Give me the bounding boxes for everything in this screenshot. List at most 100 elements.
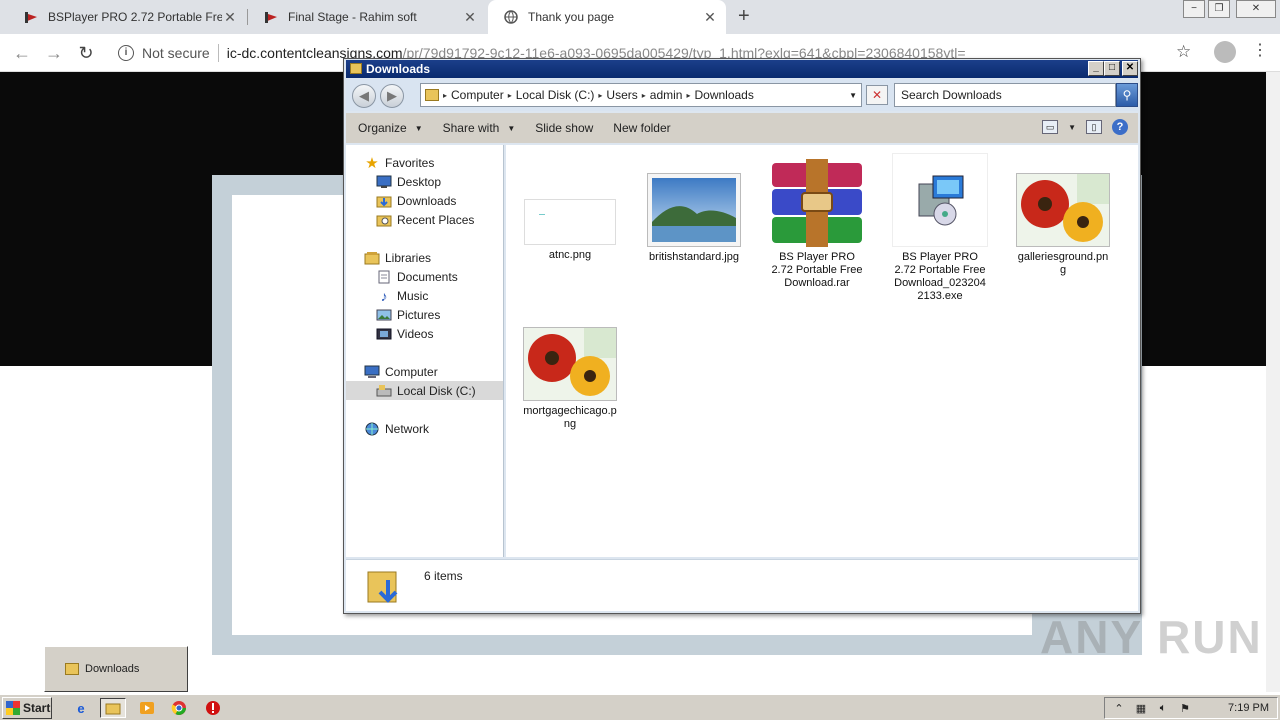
nav-libraries[interactable]: Libraries — [364, 248, 431, 267]
file-item[interactable]: BS Player PRO 2.72 Portable Free Downloa… — [767, 159, 867, 290]
window-title: Downloads — [366, 62, 431, 76]
address-row: ◀ ▶ ▸ Computer ▸ Local Disk (C:) ▸ Users… — [346, 79, 1138, 111]
browser-tab-2[interactable]: Final Stage - Rahim soft ✕ — [248, 0, 486, 34]
chevron-right-icon[interactable]: ▸ — [443, 91, 447, 100]
browser-tab-3[interactable]: Thank you page ✕ — [488, 0, 726, 34]
file-item[interactable]: galleriesground.png — [1013, 173, 1113, 277]
search-input[interactable]: Search Downloads — [894, 83, 1116, 107]
network-icon — [364, 422, 380, 436]
explorer-titlebar[interactable]: Downloads _ □ ✕ — [346, 60, 1138, 78]
tab-close-icon[interactable]: ✕ — [702, 9, 718, 26]
back-button[interactable]: ◀ — [352, 84, 376, 108]
file-name: britishstandard.jpg — [649, 251, 739, 263]
watermark: ANY RUN — [1040, 611, 1263, 663]
slide-show-button[interactable]: Slide show — [535, 121, 593, 135]
menu-dots-icon[interactable]: ⋮ — [1252, 40, 1268, 60]
minimize-button[interactable]: _ — [1088, 61, 1104, 76]
file-item[interactable]: BS Player PRO 2.72 Portable Free Downloa… — [890, 153, 990, 303]
minimize-button[interactable]: − — [1183, 0, 1205, 18]
new-folder-button[interactable]: New folder — [613, 121, 670, 135]
bookmark-star-icon[interactable]: ☆ — [1176, 42, 1191, 62]
forward-button[interactable]: ▶ — [380, 84, 404, 108]
nav-network[interactable]: Network — [364, 419, 429, 438]
status-bar: 6 items — [346, 559, 1138, 611]
nav-videos[interactable]: Videos — [376, 324, 433, 343]
divider — [217, 44, 219, 62]
tab-close-icon[interactable]: ✕ — [462, 9, 478, 26]
chevron-down-icon[interactable]: ▼ — [849, 91, 857, 100]
chevron-down-icon: ▼ — [414, 123, 423, 133]
chevron-right-icon[interactable]: ▸ — [508, 91, 512, 100]
system-tray: ⌃ ▦ 🔈︎ ⚑ 7:19 PM — [1104, 697, 1278, 719]
file-item[interactable]: atnc.png — [520, 199, 620, 262]
nav-computer[interactable]: Computer — [364, 362, 438, 381]
info-icon[interactable]: i — [118, 45, 134, 61]
nav-desktop[interactable]: Desktop — [376, 172, 441, 191]
breadcrumb[interactable]: ▸ Computer ▸ Local Disk (C:) ▸ Users ▸ a… — [420, 83, 862, 107]
nav-downloads[interactable]: Downloads — [376, 191, 456, 210]
chevron-right-icon[interactable]: ▸ — [642, 91, 646, 100]
back-arrow-icon[interactable]: ← — [10, 42, 34, 64]
recent-places-icon — [376, 213, 392, 227]
chevron-right-icon[interactable]: ▸ — [598, 91, 602, 100]
libraries-icon — [364, 251, 380, 265]
nav-local-disk[interactable]: Local Disk (C:) — [346, 381, 503, 400]
refresh-button[interactable]: ✕ — [866, 85, 888, 105]
navigation-pane: ★ Favorites Desktop Downloads Recent Plac… — [346, 145, 504, 557]
breadcrumb-admin[interactable]: admin — [650, 88, 683, 102]
nav-pictures[interactable]: Pictures — [376, 305, 440, 324]
action-center-flag-icon[interactable]: ⚑ — [1177, 702, 1193, 715]
nav-music[interactable]: ♪ Music — [376, 286, 429, 305]
chevron-right-icon[interactable]: ▸ — [686, 91, 690, 100]
folder-icon — [65, 663, 79, 675]
organize-button[interactable]: Organize ▼ — [358, 121, 423, 135]
file-item[interactable]: mortgagechicago.png — [520, 327, 620, 431]
explorer-taskbar-icon[interactable] — [100, 698, 126, 718]
preview-pane-icon[interactable]: ▯ — [1086, 120, 1102, 134]
stop-icon[interactable] — [200, 698, 226, 718]
restore-button[interactable]: ❐ — [1208, 0, 1230, 18]
music-icon: ♪ — [380, 287, 388, 304]
page-scrollbar[interactable] — [1266, 72, 1280, 692]
taskbar-preview[interactable]: Downloads — [44, 646, 188, 692]
breadcrumb-downloads[interactable]: Downloads — [694, 88, 753, 102]
nav-favorites[interactable]: ★ Favorites — [364, 153, 434, 172]
close-window-button[interactable]: ✕ — [1236, 0, 1276, 18]
media-player-icon[interactable] — [134, 698, 160, 718]
maximize-button[interactable]: □ — [1104, 61, 1120, 76]
file-name: galleriesground.png — [1017, 251, 1109, 276]
file-item[interactable]: britishstandard.jpg — [644, 173, 744, 264]
clock[interactable]: 7:19 PM — [1228, 702, 1269, 714]
chevron-up-icon[interactable]: ⌃ — [1111, 702, 1127, 715]
security-label: Not secure — [142, 45, 210, 61]
close-button[interactable]: ✕ — [1122, 61, 1138, 76]
chevron-down-icon[interactable]: ▼ — [1068, 123, 1076, 132]
tab-close-icon[interactable]: ✕ — [222, 9, 238, 26]
breadcrumb-computer[interactable]: Computer — [451, 88, 504, 102]
landscape-thumbnail — [647, 173, 741, 247]
nav-recent-places[interactable]: Recent Places — [376, 210, 474, 229]
network-tray-icon[interactable]: ▦ — [1133, 702, 1149, 715]
view-options-icon[interactable]: ▭ — [1042, 120, 1059, 134]
documents-icon — [376, 270, 392, 284]
tab-title: Thank you page — [528, 10, 615, 24]
profile-avatar-icon[interactable] — [1214, 41, 1236, 63]
flowers-thumbnail — [1016, 173, 1110, 247]
breadcrumb-local-disk[interactable]: Local Disk (C:) — [516, 88, 595, 102]
desktop-icon — [376, 175, 392, 189]
start-button[interactable]: Start — [2, 697, 52, 719]
chrome-icon[interactable] — [166, 698, 192, 718]
help-icon[interactable]: ? — [1112, 119, 1128, 135]
installer-icon — [892, 153, 988, 247]
browser-tabstrip: BSPlayer PRO 2.72 Portable Free Do ✕ Fin… — [0, 0, 1280, 34]
share-with-button[interactable]: Share with ▼ — [443, 121, 516, 135]
internet-explorer-icon[interactable]: e — [68, 698, 94, 718]
forward-arrow-icon[interactable]: → — [42, 42, 66, 64]
nav-documents[interactable]: Documents — [376, 267, 458, 286]
search-icon[interactable]: ⚲ — [1116, 83, 1138, 107]
breadcrumb-users[interactable]: Users — [606, 88, 637, 102]
new-tab-button[interactable]: + — [738, 5, 750, 28]
volume-icon[interactable]: 🔈︎ — [1155, 702, 1171, 715]
reload-icon[interactable]: ↻ — [74, 42, 98, 64]
browser-tab-1[interactable]: BSPlayer PRO 2.72 Portable Free Do ✕ — [8, 0, 246, 34]
